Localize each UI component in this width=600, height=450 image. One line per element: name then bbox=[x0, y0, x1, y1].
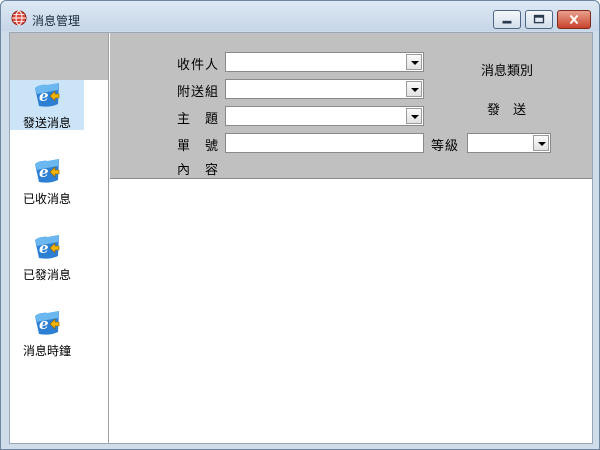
client-area: e 發送消息 e 已收消息 e 已發消息 e 消息時鐘 收件人 附送組 主 題 … bbox=[9, 32, 593, 444]
subject-combo[interactable] bbox=[225, 106, 424, 126]
number-label: 單 號 bbox=[177, 139, 220, 154]
close-icon bbox=[569, 14, 579, 25]
chevron-down-icon bbox=[538, 142, 546, 146]
chevron-down-icon bbox=[411, 115, 419, 119]
subject-dropdown-button[interactable] bbox=[406, 108, 422, 124]
svg-text:e: e bbox=[39, 87, 49, 105]
send-button[interactable]: 發 送 bbox=[487, 99, 526, 118]
title-bar[interactable]: 消息管理 bbox=[1, 1, 599, 31]
chevron-down-icon bbox=[411, 88, 419, 92]
level-combo[interactable] bbox=[467, 133, 551, 153]
message-content-area[interactable] bbox=[110, 180, 592, 443]
minimize-icon bbox=[502, 20, 512, 24]
message-management-window: 消息管理 e 發送消息 e 已收消息 e 已發消息 e 消息時鐘 收件人 附送組… bbox=[0, 0, 600, 450]
chevron-down-icon bbox=[411, 61, 419, 65]
sidebar-item-label: 發送消息 bbox=[22, 116, 71, 130]
compose-form-panel: 收件人 附送組 主 題 單 號 等級 內 容 消息類別 發 送 bbox=[110, 33, 592, 179]
window-title: 消息管理 bbox=[32, 14, 81, 28]
ie-logo-icon: e bbox=[35, 159, 60, 183]
message-category-button[interactable]: 消息類別 bbox=[481, 60, 533, 79]
level-label: 等級 bbox=[431, 139, 460, 154]
sidebar-item-sent-messages[interactable]: e 已發消息 bbox=[10, 232, 84, 282]
subject-label: 主 題 bbox=[177, 112, 220, 127]
sidebar-item-label: 消息時鐘 bbox=[22, 344, 71, 358]
svg-text:e: e bbox=[39, 315, 49, 333]
content-label: 內 容 bbox=[177, 163, 220, 178]
maximize-icon bbox=[533, 14, 545, 24]
svg-text:e: e bbox=[39, 239, 49, 257]
sidebar-item-label: 已收消息 bbox=[22, 192, 71, 206]
recipient-dropdown-button[interactable] bbox=[406, 54, 422, 70]
ie-logo-icon: e bbox=[35, 83, 60, 107]
level-dropdown-button[interactable] bbox=[533, 135, 549, 151]
recipient-label: 收件人 bbox=[177, 58, 220, 73]
close-button[interactable] bbox=[557, 10, 591, 29]
minimize-button[interactable] bbox=[493, 10, 521, 29]
globe-icon bbox=[11, 10, 27, 26]
sidebar-item-received-messages[interactable]: e 已收消息 bbox=[10, 156, 84, 206]
attach-group-dropdown-button[interactable] bbox=[406, 81, 422, 97]
ie-logo-icon: e bbox=[35, 311, 60, 335]
maximize-button[interactable] bbox=[525, 10, 553, 29]
sidebar: e 發送消息 e 已收消息 e 已發消息 e 消息時鐘 bbox=[10, 33, 109, 443]
svg-text:e: e bbox=[39, 163, 49, 181]
attach-group-combo[interactable] bbox=[225, 79, 424, 99]
sidebar-header bbox=[10, 33, 108, 80]
sidebar-item-label: 已發消息 bbox=[22, 268, 71, 282]
recipient-combo[interactable] bbox=[225, 52, 424, 72]
number-input[interactable] bbox=[225, 133, 424, 153]
sidebar-item-send-message[interactable]: e 發送消息 bbox=[10, 80, 84, 130]
sidebar-item-message-clock[interactable]: e 消息時鐘 bbox=[10, 308, 84, 358]
attach-group-label: 附送組 bbox=[177, 85, 220, 100]
ie-logo-icon: e bbox=[35, 235, 60, 259]
